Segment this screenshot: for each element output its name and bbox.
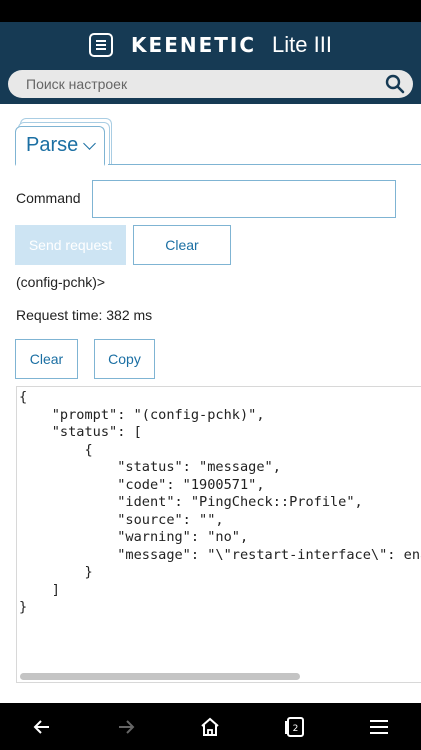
command-label: Command bbox=[16, 190, 81, 206]
forward-arrow-icon bbox=[119, 719, 135, 734]
brand-logo: KEENETIC bbox=[131, 33, 257, 57]
search-bar bbox=[8, 70, 413, 98]
router-model: Lite III bbox=[272, 32, 332, 57]
command-input[interactable] bbox=[92, 180, 396, 218]
clear-output-button[interactable]: Clear bbox=[15, 339, 78, 379]
request-time: Request time: 382 ms bbox=[16, 307, 153, 323]
tab-bar-underline bbox=[108, 164, 421, 165]
clear-command-button[interactable]: Clear bbox=[133, 225, 231, 265]
chevron-down-icon bbox=[83, 137, 97, 150]
response-output[interactable]: { "prompt": "(config-pchk)", "status": [… bbox=[16, 386, 421, 683]
tab-count: 2 bbox=[292, 724, 298, 734]
brand-row: KEENETIC Lite III bbox=[0, 30, 421, 60]
tab-parse[interactable]: Parse bbox=[15, 126, 105, 166]
scrollbar-thumb[interactable] bbox=[20, 673, 300, 680]
search-icon[interactable] bbox=[385, 74, 405, 94]
app-header: KEENETIC Lite III bbox=[0, 22, 421, 104]
menu-icon bbox=[369, 719, 388, 734]
home-button[interactable] bbox=[190, 707, 230, 747]
cli-prompt: (config-pchk)> bbox=[16, 274, 106, 290]
send-request-button[interactable]: Send request bbox=[15, 225, 126, 265]
search-input[interactable] bbox=[8, 70, 378, 98]
back-button[interactable] bbox=[22, 707, 62, 747]
home-icon bbox=[201, 717, 220, 736]
horizontal-scrollbar[interactable] bbox=[17, 670, 421, 682]
tabs-button[interactable]: 2 bbox=[275, 707, 315, 747]
tab-label: Parse bbox=[26, 134, 79, 156]
response-json: { "prompt": "(config-pchk)", "status": [… bbox=[19, 389, 421, 615]
back-arrow-icon bbox=[33, 719, 50, 734]
hamburger-menu-icon[interactable] bbox=[89, 33, 114, 57]
copy-output-button[interactable]: Copy bbox=[94, 339, 155, 379]
browser-nav-bar: 2 bbox=[0, 703, 421, 750]
browser-menu-button[interactable] bbox=[359, 707, 399, 747]
status-bar bbox=[0, 0, 421, 22]
forward-button[interactable] bbox=[106, 707, 146, 747]
tabs-icon: 2 bbox=[284, 716, 304, 737]
